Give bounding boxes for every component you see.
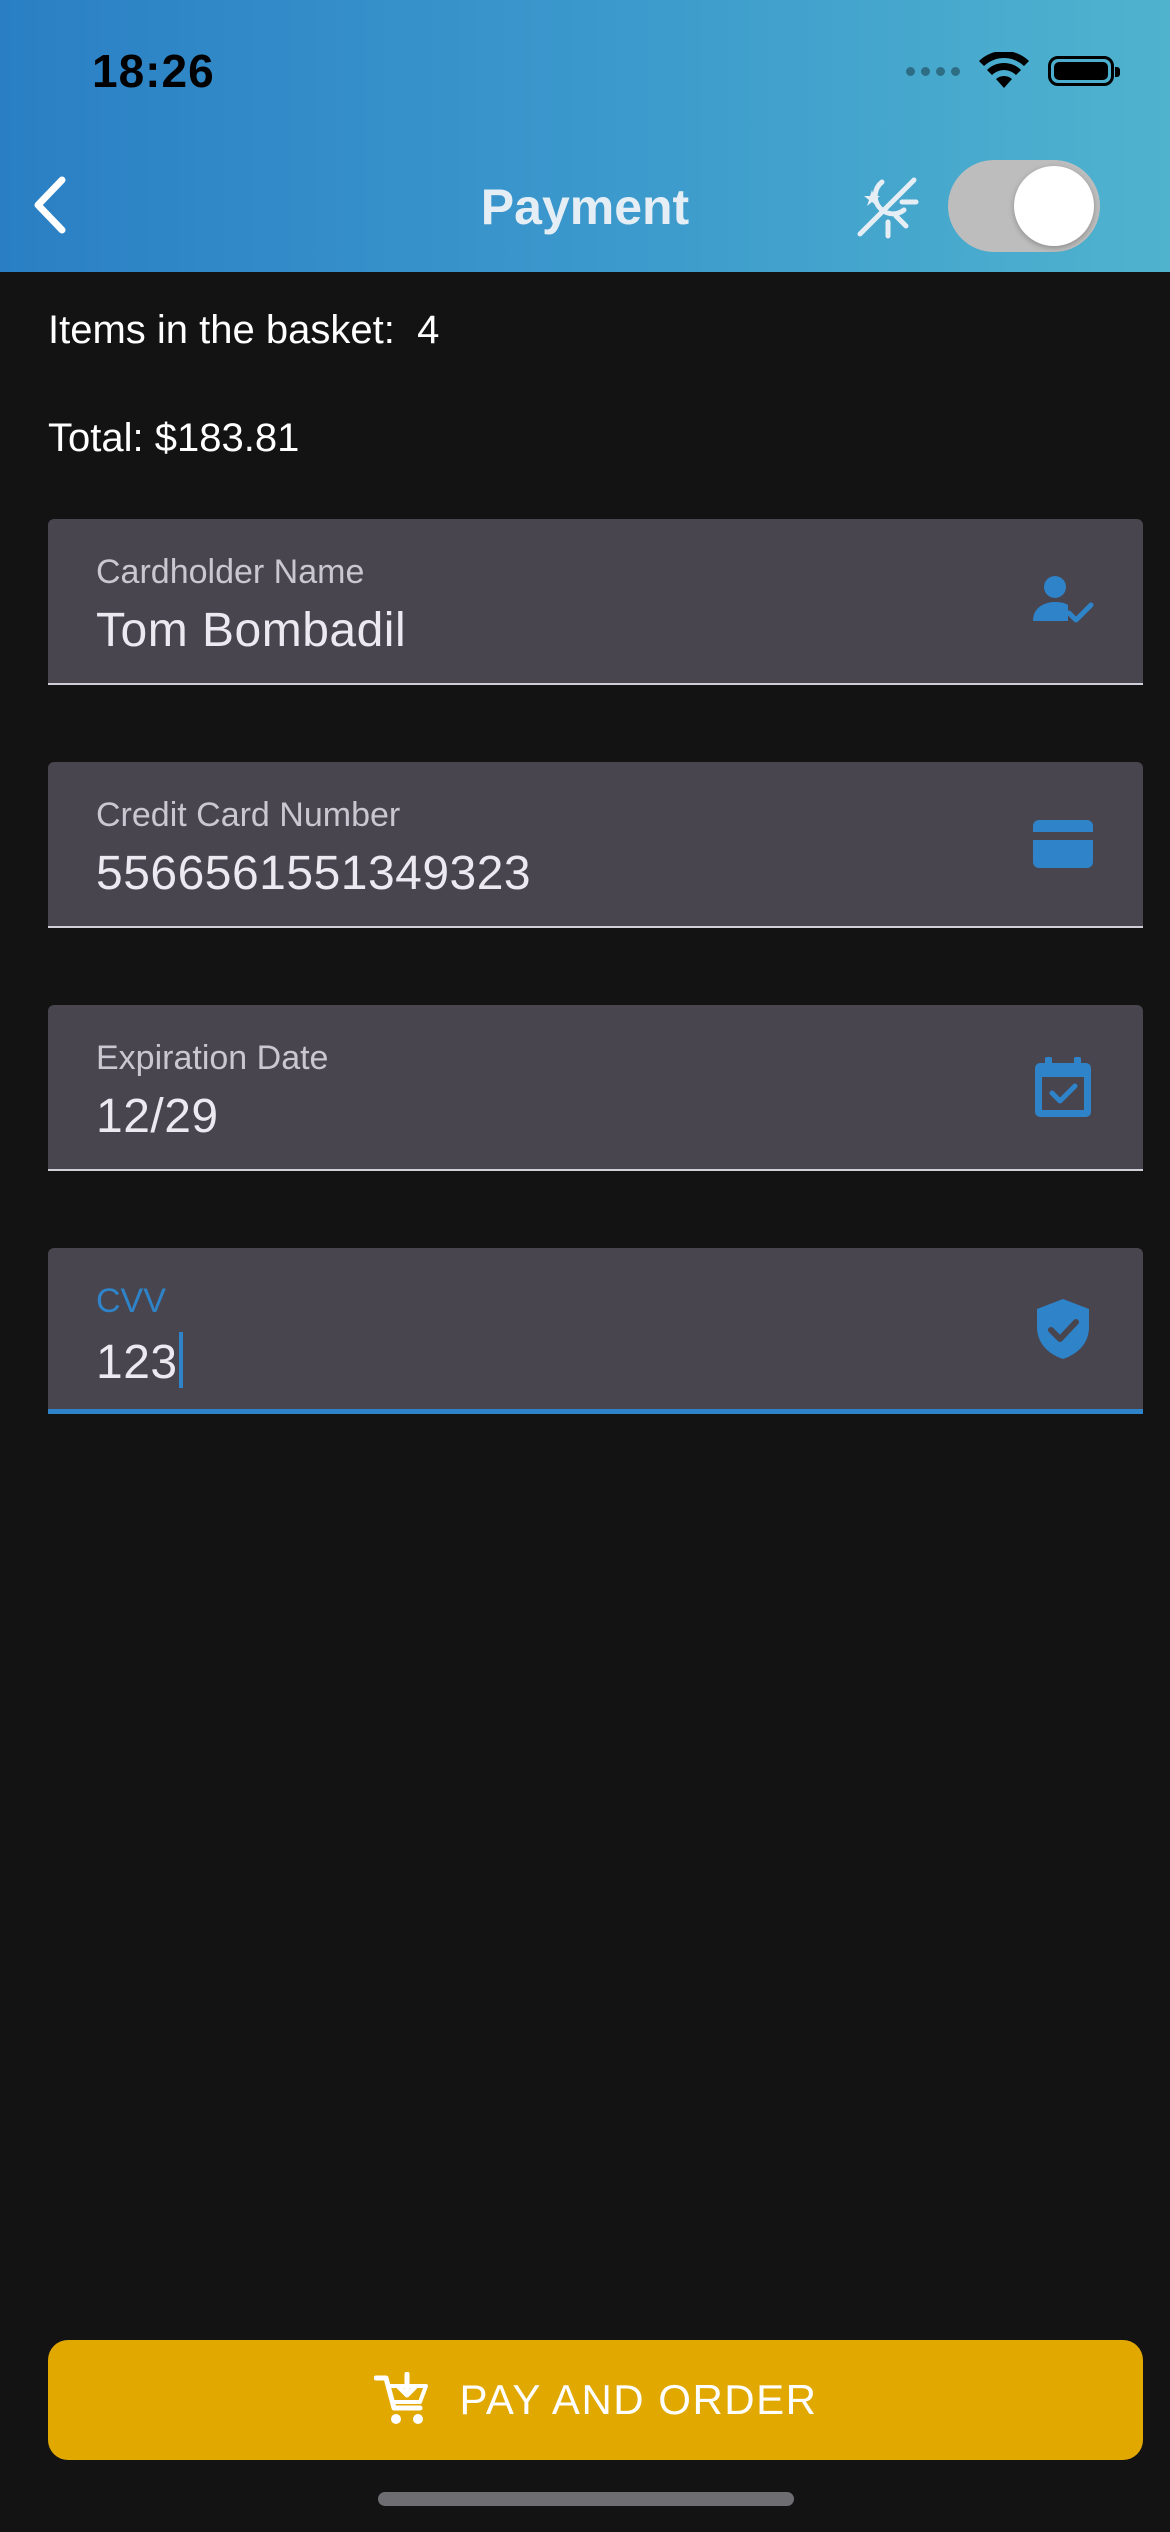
items-count: 4 bbox=[417, 308, 440, 352]
home-indicator[interactable] bbox=[378, 2492, 794, 2506]
dark-mode-toggle[interactable] bbox=[948, 160, 1100, 252]
battery-icon bbox=[1048, 56, 1120, 86]
toggle-knob bbox=[1014, 166, 1094, 246]
pay-and-order-label: PAY AND ORDER bbox=[459, 2376, 818, 2423]
status-icons bbox=[906, 52, 1120, 90]
pay-and-order-button[interactable]: PAY AND ORDER bbox=[48, 2340, 1143, 2460]
text-cursor bbox=[178, 1332, 183, 1388]
cvv-field[interactable]: CVV 123 bbox=[48, 1248, 1143, 1414]
theme-mode-icon[interactable] bbox=[852, 172, 922, 242]
expiration-date-input[interactable]: 12/29 bbox=[96, 1089, 219, 1144]
calendar-check-icon bbox=[1035, 1057, 1091, 1117]
credit-card-icon bbox=[1033, 820, 1093, 868]
status-time: 18:26 bbox=[92, 45, 215, 97]
cart-icon bbox=[373, 2372, 428, 2424]
shield-check-icon bbox=[1037, 1298, 1089, 1359]
credit-card-number-input[interactable]: 5566561551349323 bbox=[96, 846, 531, 901]
cardholder-name-field[interactable]: Cardholder Name Tom Bombadil bbox=[48, 519, 1143, 685]
expiration-date-field[interactable]: Expiration Date 12/29 bbox=[48, 1005, 1143, 1171]
cellular-signal-icon bbox=[906, 66, 960, 76]
credit-card-number-label: Credit Card Number bbox=[96, 796, 401, 834]
expiration-date-label: Expiration Date bbox=[96, 1039, 329, 1077]
cvv-value: 123 bbox=[96, 1336, 178, 1389]
items-in-basket: Items in the basket: 4 bbox=[48, 308, 439, 353]
credit-card-number-field[interactable]: Credit Card Number 5566561551349323 bbox=[48, 762, 1143, 928]
app-header: 18:26 Payment bbox=[0, 0, 1170, 272]
wifi-icon bbox=[979, 52, 1029, 88]
items-label: Items in the basket: bbox=[48, 308, 395, 352]
cardholder-name-input[interactable]: Tom Bombadil bbox=[96, 603, 406, 658]
order-total: Total: $183.81 bbox=[48, 416, 300, 460]
cvv-label: CVV bbox=[96, 1282, 166, 1320]
cvv-input[interactable]: 123 bbox=[96, 1332, 183, 1390]
cardholder-name-label: Cardholder Name bbox=[96, 553, 365, 591]
person-check-icon bbox=[1033, 576, 1094, 623]
